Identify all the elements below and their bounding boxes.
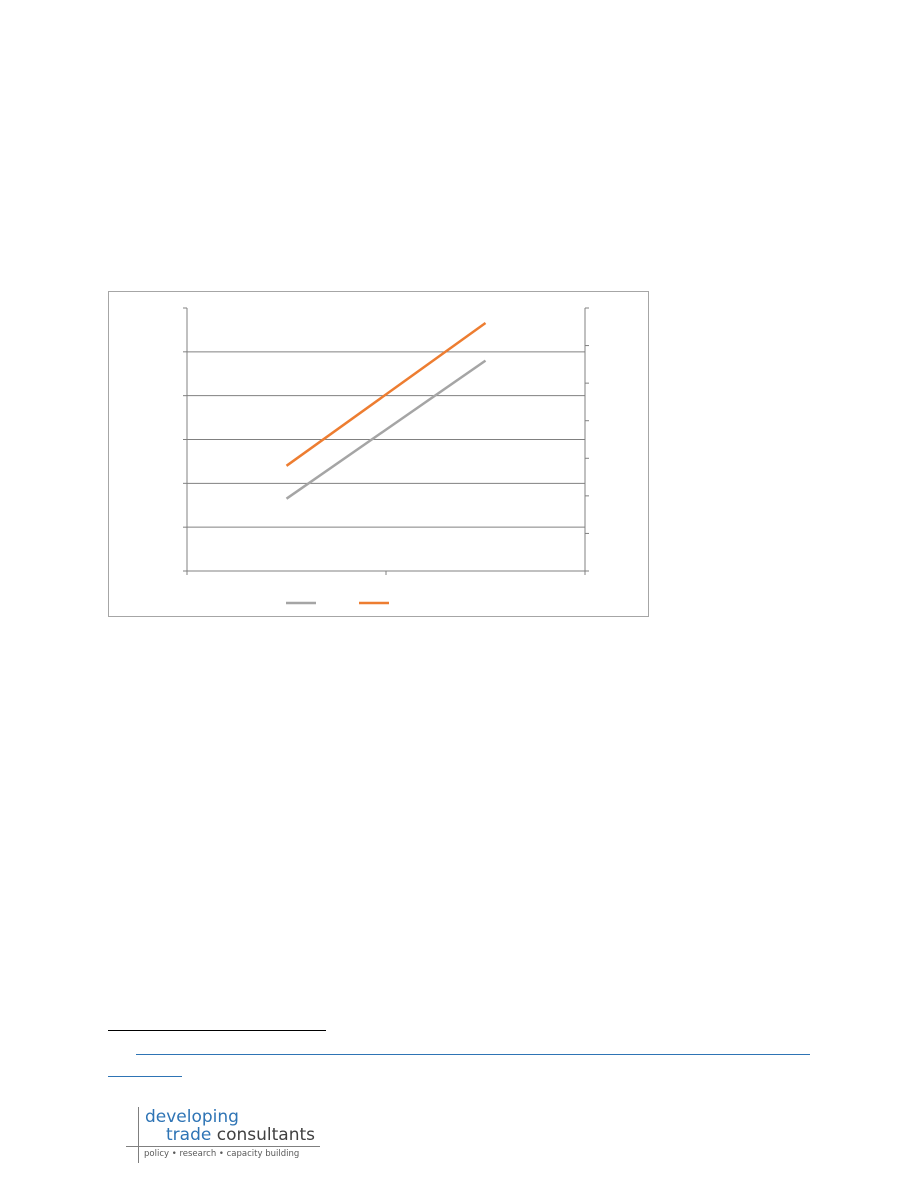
line-chart — [183, 307, 589, 605]
logo-word-trade: trade — [166, 1125, 212, 1145]
series-line-1 — [285, 359, 487, 500]
logo-line-trade-consultants: trade consultants — [166, 1125, 315, 1145]
logo-word-developing: developing — [145, 1107, 239, 1127]
company-logo: developing trade consultants policy • re… — [126, 1107, 326, 1163]
chart-frame — [108, 291, 649, 617]
logo-word-consultants: consultants — [216, 1125, 315, 1145]
logo-tagline: policy • research • capacity building — [144, 1149, 300, 1159]
series-line-2 — [285, 322, 487, 467]
logo-horizontal-rule — [126, 1146, 320, 1147]
footnote-link-underline[interactable] — [136, 1054, 810, 1055]
footnote-separator — [108, 1030, 326, 1031]
footnote-link-underline-continued[interactable] — [108, 1076, 182, 1077]
logo-vertical-rule — [138, 1107, 139, 1163]
